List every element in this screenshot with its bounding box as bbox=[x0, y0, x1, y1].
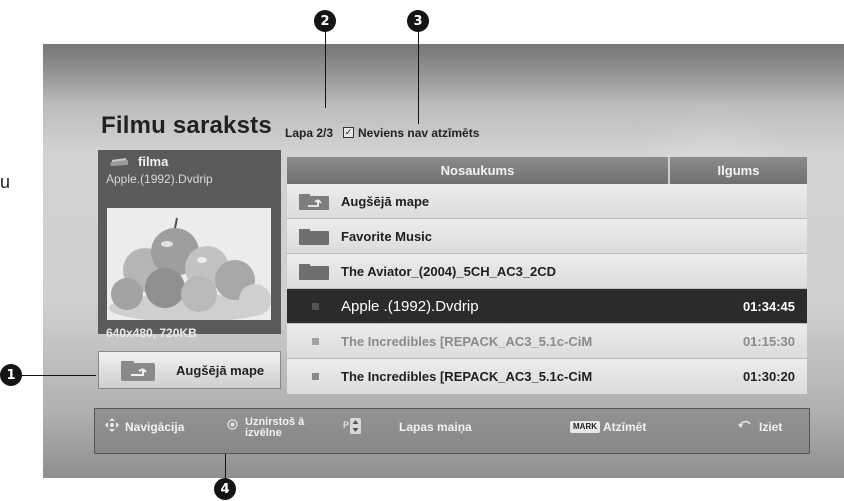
ok-button-icon bbox=[227, 419, 238, 430]
folder-icon bbox=[299, 264, 329, 280]
file-icon bbox=[312, 303, 319, 310]
checkbox-icon: ✓ bbox=[343, 127, 354, 138]
list-item-name: The Incredibles [REPACK_AC3_5.1c-CiM bbox=[341, 334, 593, 349]
list-item-name: Favorite Music bbox=[341, 229, 433, 244]
mark-key-icon: MARK bbox=[570, 421, 600, 433]
page-title: Filmu saraksts bbox=[101, 112, 272, 139]
list-item[interactable]: The Incredibles [REPACK_AC3_5.1c-CiM 01:… bbox=[287, 324, 807, 359]
callout-line bbox=[325, 20, 326, 108]
back-icon bbox=[738, 420, 751, 428]
folder-icon bbox=[299, 229, 329, 245]
list-item-duration: 01:15:30 bbox=[742, 334, 795, 349]
list-item[interactable]: The Incredibles [REPACK_AC3_5.1c-CiM 01:… bbox=[287, 359, 807, 394]
preview-filename: Apple.(1992).Dvdrip bbox=[106, 172, 213, 186]
list-header: Nosaukums Ilgums bbox=[287, 157, 807, 184]
list-item-duration: 01:34:45 bbox=[742, 299, 795, 314]
list-item[interactable]: The Aviator_(2004)_5CH_AC3_2CD bbox=[287, 254, 807, 289]
callout-line bbox=[418, 20, 419, 124]
folder-up-icon bbox=[299, 194, 329, 210]
up-folder-button[interactable]: Augšējā mape bbox=[98, 351, 281, 389]
navigation-bar: Navigācija Uznirstoš ā izvēlne P Lapas m… bbox=[94, 408, 810, 454]
up-folder-label: Augšējā mape bbox=[176, 363, 265, 378]
column-duration-header: Ilgums bbox=[717, 163, 760, 178]
file-list: Nosaukums Ilgums Augšējā mape Favorite M… bbox=[287, 157, 807, 397]
file-icon bbox=[312, 338, 319, 345]
mark-status: Neviens nav atzīmēts bbox=[358, 126, 480, 140]
tv-screen: Filmu saraksts Lapa 2/3 ✓ Neviens nav at… bbox=[43, 44, 844, 478]
callout-line bbox=[22, 375, 96, 376]
preview-type: filma bbox=[138, 154, 169, 169]
column-name-header: Nosaukums bbox=[440, 163, 515, 178]
nav-page-change: Lapas maiņa bbox=[399, 420, 472, 434]
callout-marker: 3 bbox=[407, 10, 429, 32]
preview-resolution: 640x480, 720KB bbox=[106, 326, 197, 340]
callout-marker: 4 bbox=[214, 478, 236, 500]
stray-text: u bbox=[0, 172, 11, 192]
preview-thumbnail bbox=[107, 208, 271, 320]
list-item-name: The Aviator_(2004)_5CH_AC3_2CD bbox=[341, 264, 557, 279]
nav-mark: Atzīmēt bbox=[603, 420, 647, 434]
page-key-icon: P bbox=[343, 418, 361, 434]
callout-marker: 2 bbox=[314, 10, 336, 32]
list-item[interactable]: Favorite Music bbox=[287, 219, 807, 254]
list-item-name: The Incredibles [REPACK_AC3_5.1c-CiM bbox=[341, 369, 593, 384]
list-item-duration: 01:30:20 bbox=[742, 369, 795, 384]
preview-panel: filma Apple.(1992).Dvdrip 640x480, 720KB bbox=[98, 150, 281, 340]
page-indicator: Lapa 2/3 bbox=[285, 126, 334, 140]
callout-marker: 1 bbox=[0, 364, 22, 386]
list-item-selected[interactable]: Apple .(1992).Dvdrip 01:34:45 bbox=[287, 289, 807, 324]
nav-exit: Iziet bbox=[759, 420, 783, 434]
nav-popup-menu-line2: izvēlne bbox=[245, 427, 282, 439]
file-icon bbox=[312, 373, 319, 380]
list-item-name: Augšējā mape bbox=[341, 194, 430, 209]
film-icon bbox=[110, 158, 128, 166]
nav-navigation: Navigācija bbox=[125, 420, 185, 434]
dpad-icon bbox=[105, 418, 119, 432]
list-item[interactable]: Augšējā mape bbox=[287, 184, 807, 219]
list-item-name: Apple .(1992).Dvdrip bbox=[341, 298, 479, 315]
folder-up-icon bbox=[121, 361, 155, 381]
